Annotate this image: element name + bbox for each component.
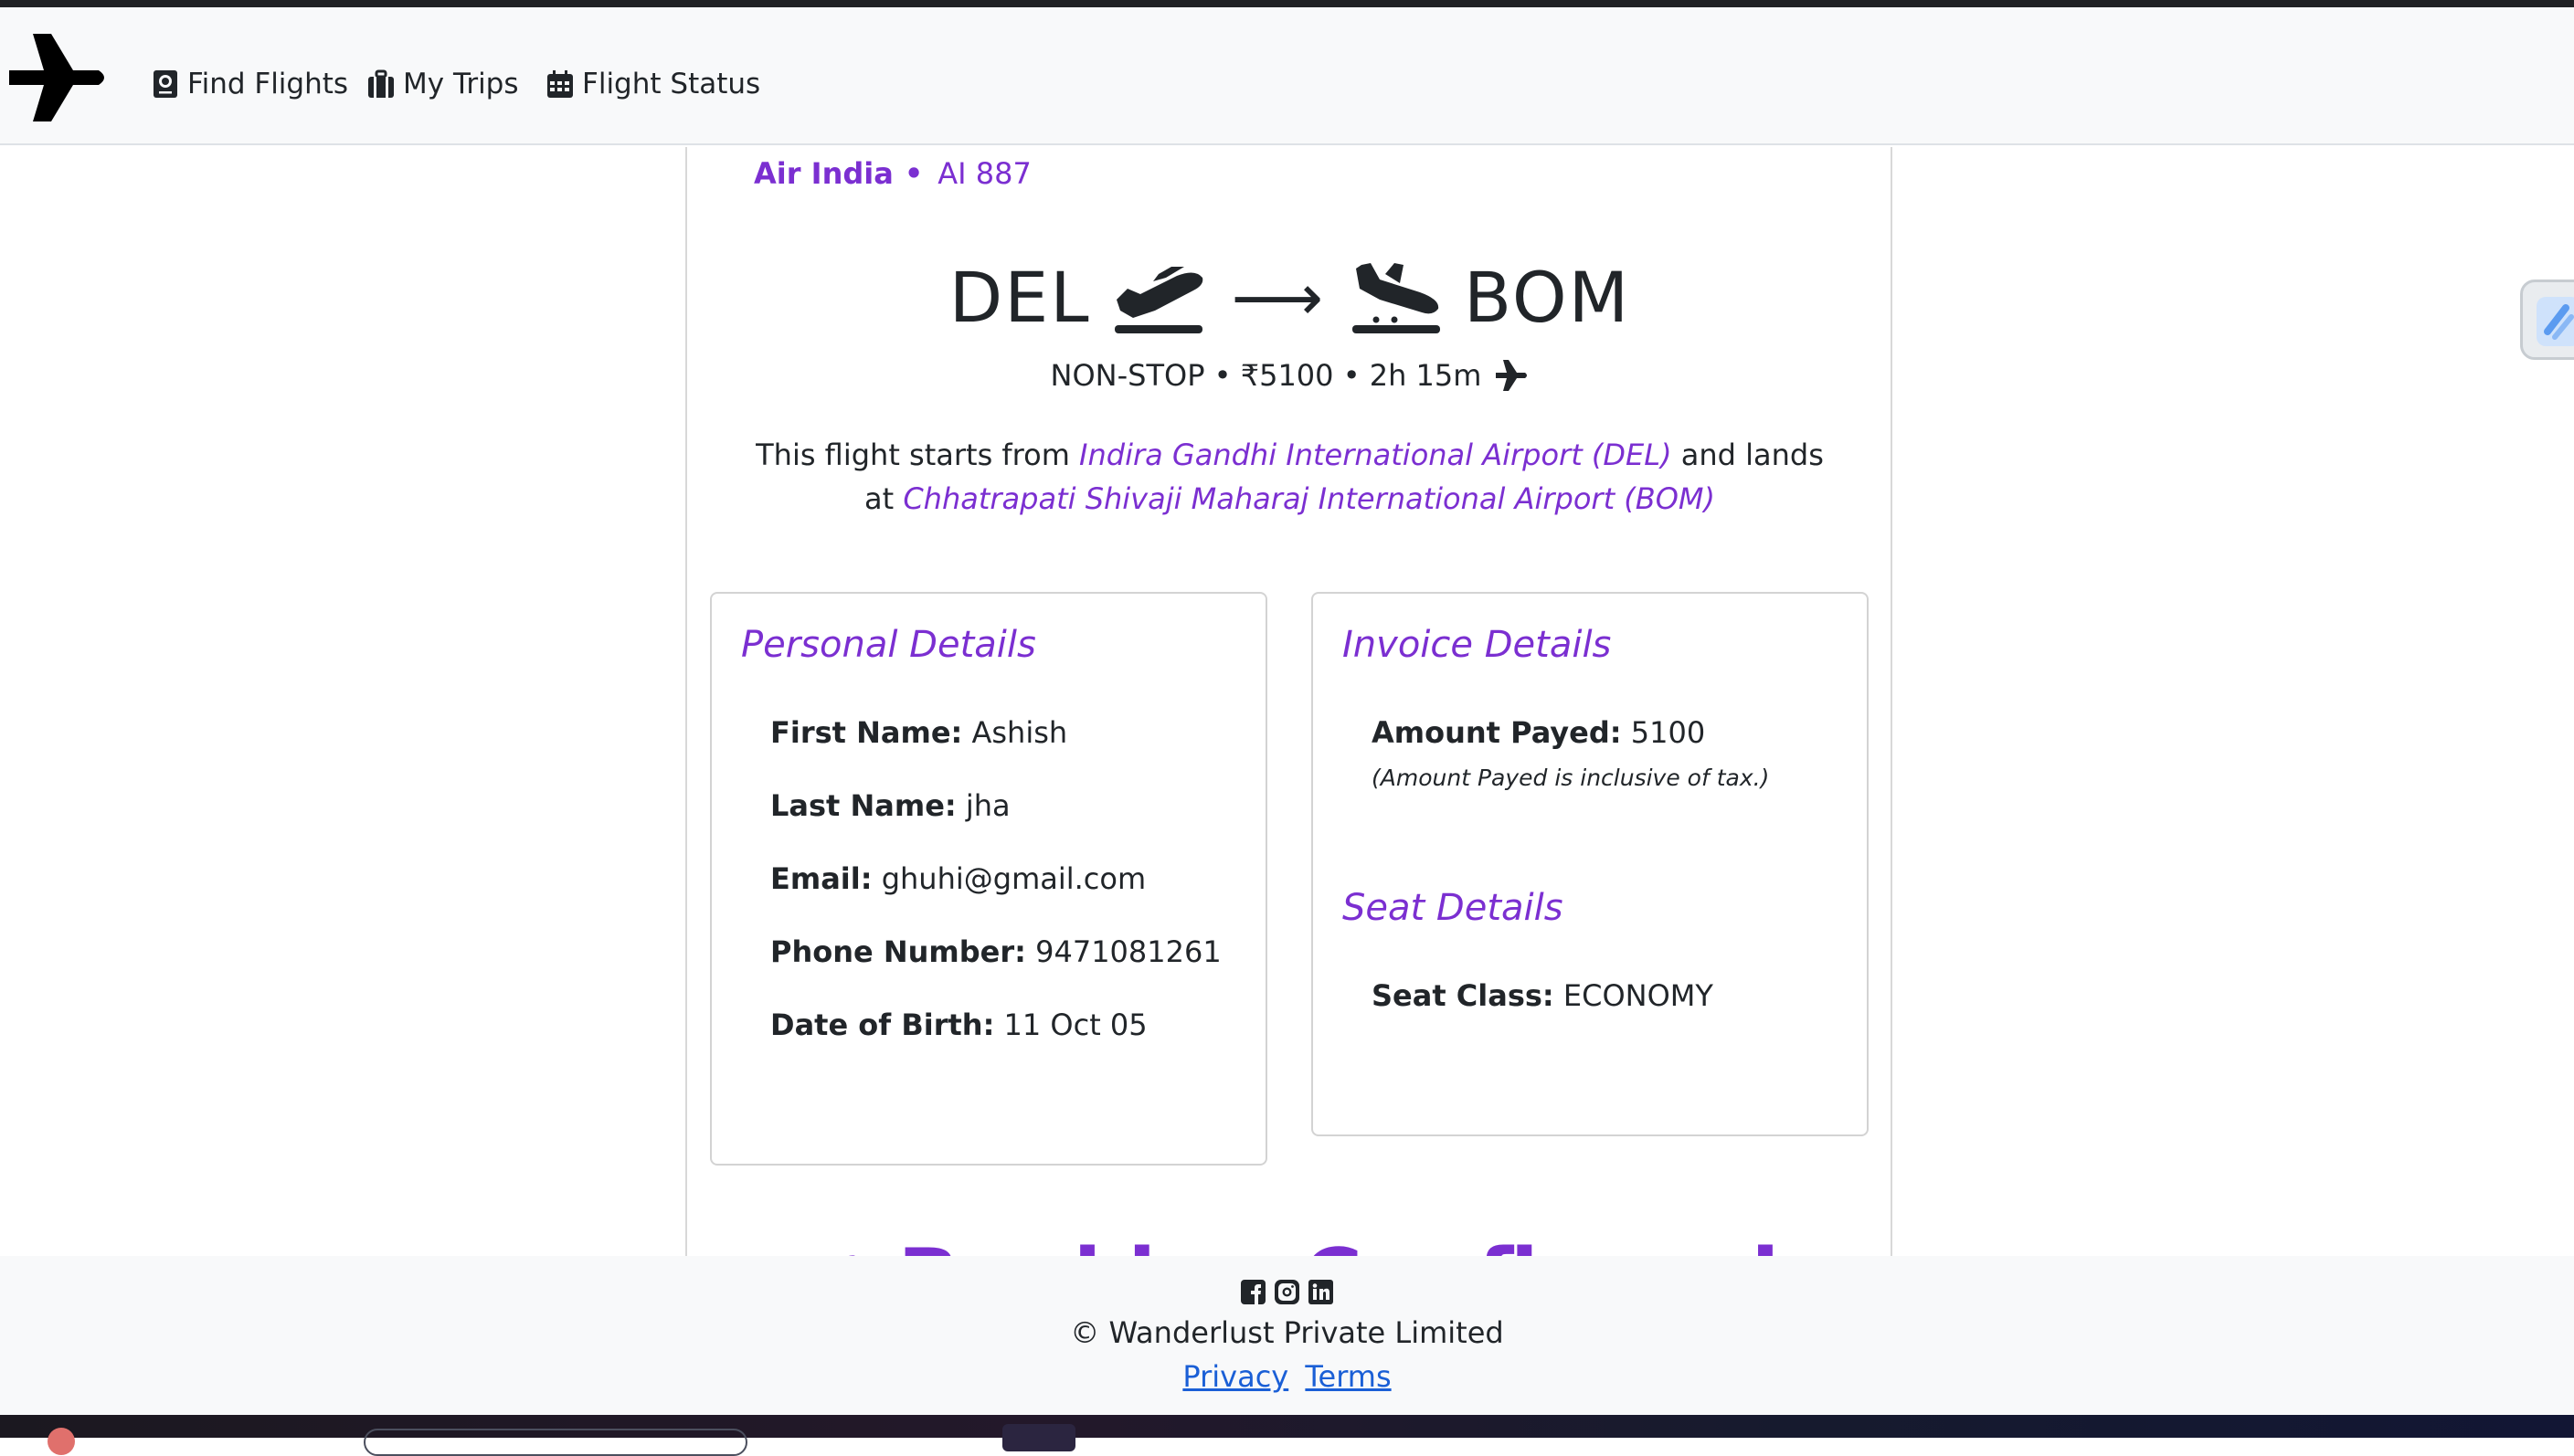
airline-line: Air India • AI 887 [754,156,1032,191]
seat-details-title: Seat Details [1342,887,1563,929]
plane-arrival-icon [1352,262,1441,333]
field-value: ghuhi@gmail.com [881,861,1147,896]
route-header: DEL ⟶ BOM [687,257,1891,338]
personal-details-title: Personal Details [741,624,1036,666]
flight-summary: NON-STOP • ₹5100 • 2h 15m [687,358,1891,393]
navbar: Find Flights My Trips Flight Status [0,7,2574,145]
instagram-icon[interactable] [1274,1279,1300,1305]
side-extension-tab[interactable] [2520,280,2574,360]
destination-airport-name: Chhatrapati Shivaji Maharaj Internationa… [903,481,1715,516]
nav-find-flights[interactable]: Find Flights [152,59,348,109]
invoice-details-panel: Invoice Details Amount Payed: 5100 (Amou… [1311,592,1869,1136]
route-description: This flight starts from Indira Gandhi In… [742,433,1838,521]
field-value: 11 Oct 05 [1003,1008,1148,1042]
privacy-link[interactable]: Privacy [1182,1359,1288,1394]
facebook-icon[interactable] [1240,1279,1266,1305]
origin-airport-name: Indira Gandhi International Airport (DEL… [1079,438,1672,472]
desc-prefix: This flight starts from [756,438,1070,472]
field-label: Seat Class: [1372,978,1554,1013]
suitcase-icon [368,69,394,98]
date-of-birth-row: Date of Birth: 11 Oct 05 [770,1008,1148,1042]
nav-my-trips-label: My Trips [403,68,519,100]
plane-icon [1496,360,1528,391]
amount-payed-row: Amount Payed: 5100 [1372,715,1705,750]
nav-flight-status[interactable]: Flight Status [546,59,760,109]
route-arrow: ⟶ [1231,259,1324,335]
taskbar-search-box[interactable] [364,1429,747,1456]
extension-icon [2537,297,2574,346]
field-value: 9471081261 [1035,934,1222,969]
invoice-details-title: Invoice Details [1342,624,1612,666]
taskbar-app-icon[interactable] [1002,1424,1075,1451]
last-name-row: Last Name: jha [770,788,1011,823]
first-name-row: First Name: Ashish [770,715,1067,750]
footer-links: Privacy Terms [0,1359,2574,1394]
seat-class-row: Seat Class: ECONOMY [1372,978,1713,1013]
social-links [1240,1279,1341,1305]
page-content: Air India • AI 887 DEL ⟶ BOM NON-STOP • … [0,147,2574,1256]
field-value: ECONOMY [1562,978,1713,1013]
origin-code: DEL [948,257,1091,338]
field-value: Ashish [971,715,1068,750]
airline-name: Air India [754,156,894,191]
field-label: Email: [770,861,873,896]
personal-details-panel: Personal Details First Name: Ashish Last… [710,592,1267,1166]
flight-number: AI 887 [937,156,1032,191]
field-label: First Name: [770,715,963,750]
phone-number-row: Phone Number: 9471081261 [770,934,1222,969]
field-label: Last Name: [770,788,957,823]
terms-link[interactable]: Terms [1305,1359,1391,1394]
copyright-text: © Wanderlust Private Limited [1070,1315,1504,1350]
flight-summary-text: NON-STOP • ₹5100 • 2h 15m [1050,358,1482,393]
booking-card: Air India • AI 887 DEL ⟶ BOM NON-STOP • … [685,147,1892,1256]
field-label: Amount Payed: [1372,715,1622,750]
taskbar-start-icon[interactable] [48,1428,75,1455]
destination-code: BOM [1464,257,1631,338]
calendar-icon [547,70,573,98]
passport-icon [154,70,177,98]
linkedin-icon[interactable] [1308,1279,1334,1305]
email-row: Email: ghuhi@gmail.com [770,861,1146,896]
field-label: Phone Number: [770,934,1026,969]
footer: © Wanderlust Private Limited Privacy Ter… [0,1256,2574,1415]
nav-find-flights-label: Find Flights [187,68,349,100]
field-value: 5100 [1630,715,1706,750]
browser-top-strip [0,0,2574,7]
plane-logo-icon[interactable] [7,30,110,125]
field-label: Date of Birth: [770,1008,995,1042]
field-value: jha [965,788,1011,823]
nav-my-trips[interactable]: My Trips [367,59,519,109]
nav-flight-status-label: Flight Status [582,68,761,100]
airline-separator: • [904,156,924,191]
plane-departure-icon [1114,266,1202,333]
booking-confirmed-heading: ✓ Booking Confirmed [687,1239,1891,1257]
tax-note: (Amount Payed is inclusive of tax.) [1372,765,1770,791]
